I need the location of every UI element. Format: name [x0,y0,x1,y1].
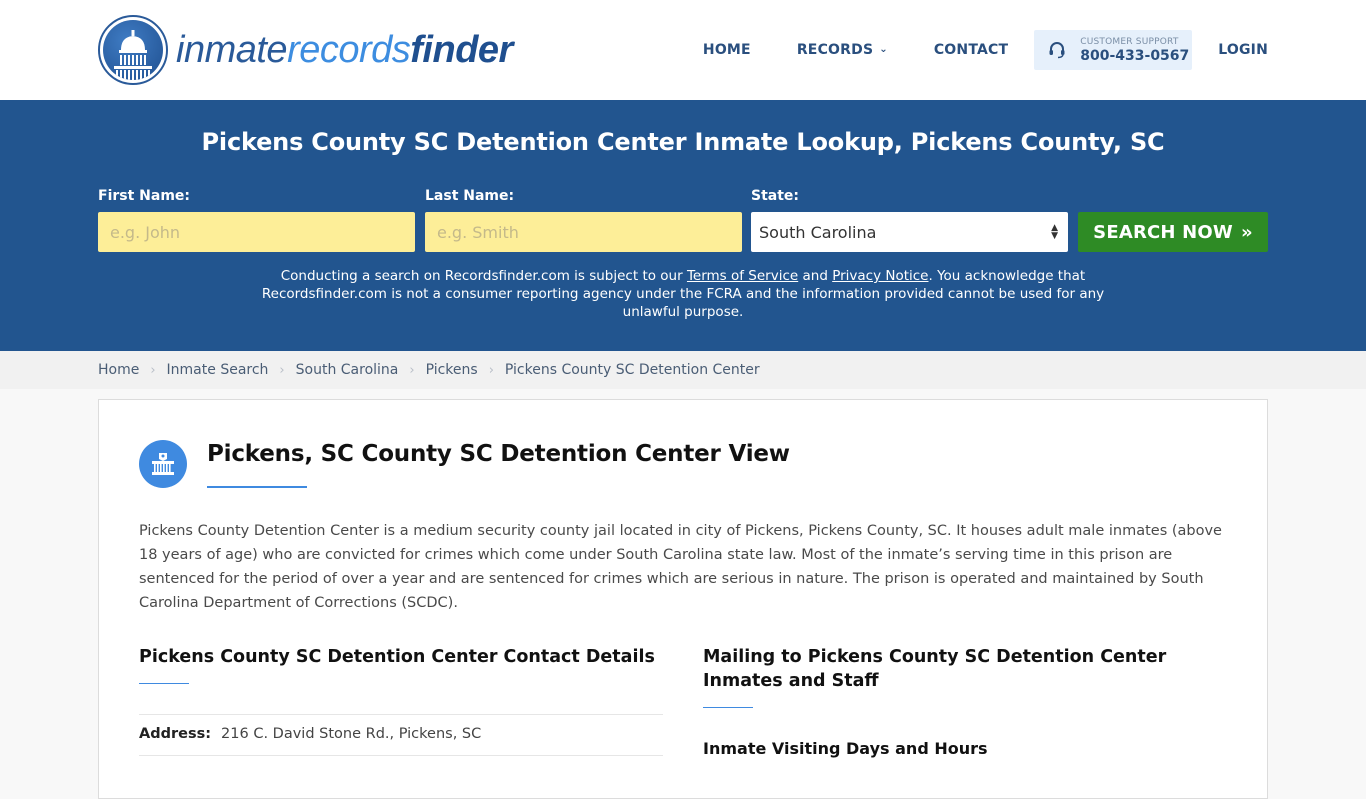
address-value: 216 C. David Stone Rd., Pickens, SC [221,726,482,742]
headset-icon [1049,42,1065,59]
state-selected-value: South Carolina [759,222,877,242]
chevron-down-icon: ⌄ [879,44,888,55]
customer-support-box[interactable]: CUSTOMER SUPPORT 800-433-0567 [1034,30,1193,70]
contact-details-heading: Pickens County SC Detention Center Conta… [139,647,655,667]
nav-contact[interactable]: CONTACT [934,42,1008,58]
disclaimer-and: and [798,268,833,284]
state-label: State: [751,188,800,204]
double-chevron-right-icon: » [1240,221,1253,243]
logo-wordmark: inmaterecordsfinder [176,31,513,69]
breadcrumb-current: Pickens County SC Detention Center [504,362,760,378]
chevron-right-icon: › [409,362,415,378]
chevron-right-icon: › [279,362,285,378]
site-logo[interactable]: inmaterecordsfinder [98,15,513,85]
nav-records[interactable]: RECORDS ⌄ [797,42,888,58]
logo-part-finder: finder [410,29,513,71]
divider [139,714,663,715]
nav-home[interactable]: HOME [703,42,751,58]
search-now-button[interactable]: SEARCH NOW » [1078,212,1268,252]
breadcrumb-inmate-search[interactable]: Inmate Search [167,362,269,378]
facility-card: Pickens, SC County SC Detention Center V… [98,399,1268,799]
mailing-heading: Mailing to Pickens County SC Detention C… [703,647,1167,691]
terms-of-service-link[interactable]: Terms of Service [687,268,798,284]
select-arrows-icon: ▲ ▼ [1051,223,1058,241]
jail-building-icon [139,440,187,488]
page-heading: Pickens County SC Detention Center Inmat… [201,128,1165,156]
logo-part-records: records [287,29,411,71]
facility-title: Pickens, SC County SC Detention Center V… [207,441,790,467]
facility-description: Pickens County Detention Center is a med… [139,523,1222,611]
address-row: Address: 216 C. David Stone Rd., Pickens,… [139,726,481,742]
state-select[interactable]: South Carolina ▲ ▼ [751,212,1068,252]
top-header: inmaterecordsfinder HOME RECORDS ⌄ CONTAC… [0,0,1366,100]
main-nav: HOME RECORDS ⌄ CONTACT CUSTOMER SUPPORT 8… [703,29,1268,71]
search-button-label: SEARCH NOW [1093,221,1233,243]
last-name-input[interactable] [425,212,742,252]
legal-disclaimer: Conducting a search on Recordsfinder.com… [250,267,1116,321]
nav-records-label: RECORDS [796,42,874,58]
address-label: Address: [139,726,212,742]
nav-login[interactable]: LOGIN [1218,42,1268,58]
breadcrumb: Home › Inmate Search › South Carolina › … [0,351,1366,389]
chevron-right-icon: › [150,362,156,378]
disclaimer-text-1: Conducting a search on Recordsfinder.com… [280,268,687,284]
section-underline [139,683,189,684]
support-phone[interactable]: 800-433-0567 [1080,48,1189,64]
divider [139,755,663,756]
visiting-hours-heading: Inmate Visiting Days and Hours [703,739,988,758]
section-underline [703,707,753,708]
first-name-label: First Name: [98,188,191,204]
logo-part-inmate: inmate [176,29,288,71]
title-underline [207,486,307,488]
breadcrumb-county[interactable]: Pickens [426,362,478,378]
search-hero: Pickens County SC Detention Center Inmat… [0,100,1366,351]
chevron-right-icon: › [488,362,494,378]
last-name-label: Last Name: [425,188,515,204]
breadcrumb-home[interactable]: Home [98,362,139,378]
privacy-notice-link[interactable]: Privacy Notice [832,268,928,284]
capitol-dome-icon [98,15,168,85]
first-name-input[interactable] [98,212,415,252]
support-label: CUSTOMER SUPPORT [1080,36,1179,47]
breadcrumb-state[interactable]: South Carolina [296,362,399,378]
